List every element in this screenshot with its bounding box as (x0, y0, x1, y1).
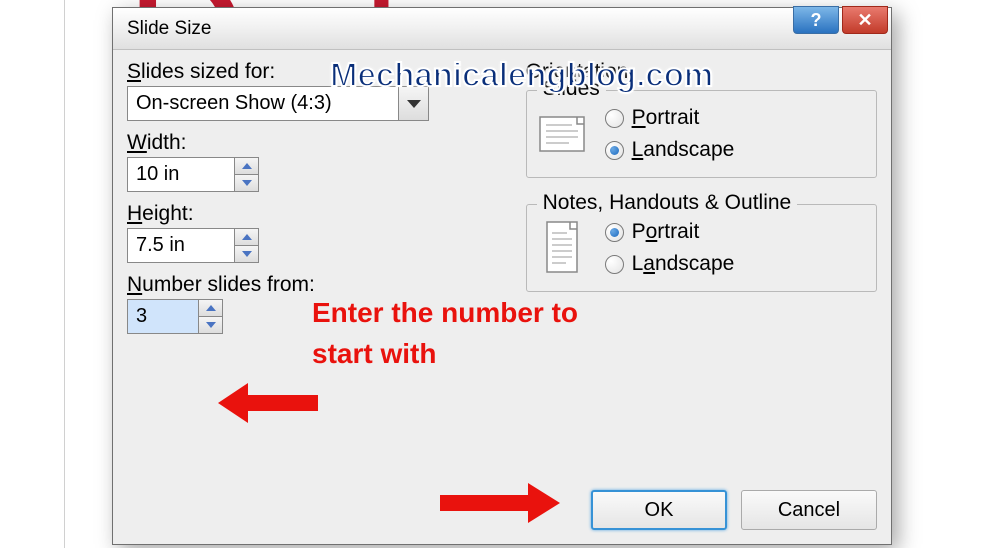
slides-sized-for-value: On-screen Show (4:3) (128, 87, 398, 120)
width-label: Width: (127, 131, 514, 155)
height-value[interactable]: 7.5 in (128, 229, 234, 262)
chevron-down-icon (242, 180, 252, 186)
height-spinner[interactable]: 7.5 in (127, 228, 259, 263)
combo-dropdown-button[interactable] (398, 87, 428, 120)
slides-landscape-radio[interactable]: Landscape (605, 138, 735, 162)
notes-orientation-group: Notes, Handouts & Outline (526, 204, 877, 292)
width-value[interactable]: 10 in (128, 158, 234, 191)
close-button[interactable]: ✕ (842, 6, 888, 34)
chevron-down-icon (242, 251, 252, 257)
height-label: Height: (127, 202, 514, 226)
slide-size-dialog: Slide Size ? ✕ SSlides sized for:lides s… (112, 7, 892, 545)
number-from-spinner-up[interactable] (199, 300, 222, 317)
help-icon: ? (811, 11, 822, 29)
notes-legend: Notes, Handouts & Outline (537, 191, 798, 215)
chevron-down-icon (407, 100, 421, 108)
slides-sized-for-combo[interactable]: On-screen Show (4:3) (127, 86, 429, 121)
width-spinner-up[interactable] (235, 158, 258, 175)
ok-button[interactable]: OK (591, 490, 727, 530)
chevron-up-icon (242, 163, 252, 169)
help-button[interactable]: ? (793, 6, 839, 34)
width-spinner[interactable]: 10 in (127, 157, 259, 192)
slides-portrait-label: Portrait (632, 106, 700, 130)
slides-portrait-radio[interactable]: Portrait (605, 106, 735, 130)
height-spinner-down[interactable] (235, 246, 258, 262)
title-bar: Slide Size ? ✕ (113, 8, 891, 50)
notes-portrait-radio[interactable]: Portrait (605, 220, 735, 244)
portrait-page-icon (539, 219, 585, 277)
radio-icon (605, 223, 624, 242)
notes-portrait-label: Portrait (632, 220, 700, 244)
radio-icon (605, 109, 624, 128)
chevron-up-icon (242, 234, 252, 240)
radio-icon (605, 255, 624, 274)
number-from-value[interactable]: 3 (128, 300, 198, 333)
slides-sized-for-label: SSlides sized for:lides sized for: (127, 60, 514, 84)
slides-orientation-group: Slides Portr (526, 90, 877, 178)
notes-landscape-radio[interactable]: Landscape (605, 252, 735, 276)
slides-landscape-label: Landscape (632, 138, 735, 162)
landscape-page-icon (539, 105, 585, 163)
radio-icon (605, 141, 624, 160)
slides-legend: Slides (537, 77, 606, 101)
notes-landscape-label: Landscape (632, 252, 735, 276)
chevron-down-icon (206, 322, 216, 328)
cancel-button[interactable]: Cancel (741, 490, 877, 530)
number-from-spinner[interactable]: 3 (127, 299, 223, 334)
number-from-label: Number slides from: (127, 273, 514, 297)
width-spinner-down[interactable] (235, 175, 258, 191)
height-spinner-up[interactable] (235, 229, 258, 246)
chevron-up-icon (206, 305, 216, 311)
number-from-spinner-down[interactable] (199, 317, 222, 333)
dialog-title: Slide Size (127, 18, 212, 40)
close-icon: ✕ (857, 11, 872, 29)
